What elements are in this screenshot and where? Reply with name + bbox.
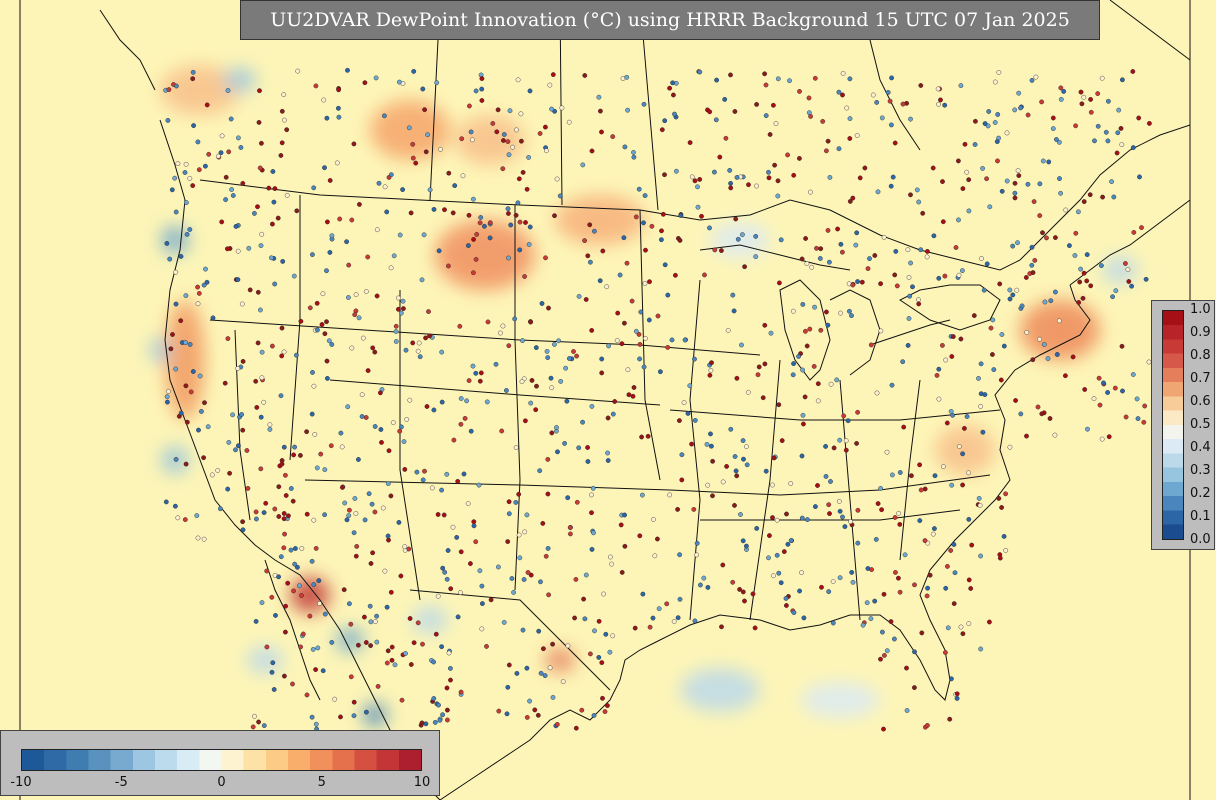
colorbar-right-tick: 0.5 [1190, 417, 1211, 432]
colorbar-right-tick: 0.7 [1190, 371, 1211, 386]
colorbar-bottom-tick: 5 [317, 775, 326, 790]
colorbar-right-tick: 0.4 [1190, 440, 1211, 455]
colorbar-bottom: -10 -5 0 5 10 [0, 730, 440, 796]
colorbar-bottom-tick: -5 [114, 775, 128, 790]
colorbar-bottom-gradient [21, 749, 422, 771]
colorbar-right-tick: 0.2 [1190, 486, 1211, 501]
colorbar-bottom-tick: -10 [10, 775, 32, 790]
colorbar-right-gradient [1162, 310, 1184, 540]
colorbar-right-tick: 1.0 [1190, 302, 1211, 317]
colorbar-right-tick: 0.3 [1190, 463, 1211, 478]
dewpoint-innovation-map [0, 0, 1216, 800]
colorbar-bottom-tick: 10 [413, 775, 431, 790]
colorbar-bottom-tick: 0 [217, 775, 226, 790]
colorbar-right-tick: 0.8 [1190, 348, 1211, 363]
colorbar-right-tick: 0.9 [1190, 325, 1211, 340]
colorbar-right-tick: 0.1 [1190, 509, 1211, 524]
map-title: UU2DVAR DewPoint Innovation (°C) using H… [240, 0, 1100, 40]
colorbar-right: 1.0 0.9 0.8 0.7 0.6 0.5 0.4 0.3 0.2 0.1 0.0 [1151, 300, 1215, 550]
colorbar-right-tick: 0.0 [1190, 532, 1211, 547]
colorbar-right-tick: 0.6 [1190, 394, 1211, 409]
